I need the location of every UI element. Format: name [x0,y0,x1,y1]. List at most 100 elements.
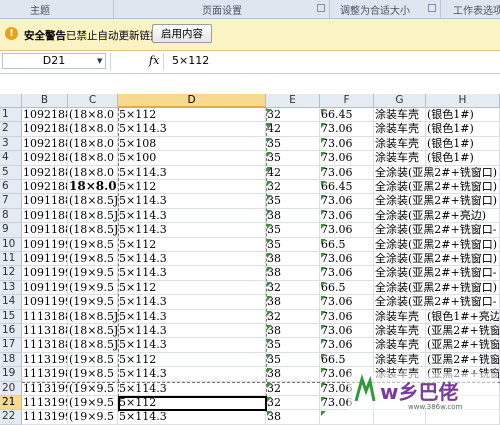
cell-d-12[interactable]: 5×114.3 [118,266,266,281]
dialog-launcher-icon[interactable] [428,4,436,12]
cell-e-20[interactable]: 32 [266,381,320,396]
row-header[interactable]: 17 [0,338,22,353]
cell-h-15[interactable]: (银色1#+亮边) [426,309,500,324]
cell-f-13[interactable]: 66.5 [320,280,374,296]
error-indicator-icon[interactable] [267,195,272,201]
cell-h-22[interactable] [426,410,500,425]
cell-d-14[interactable]: 5×114.3 [118,295,266,310]
cell-c-19[interactable]: (19×8.5 [68,367,118,382]
row-header[interactable]: 4 [0,151,22,166]
cell-b-13[interactable]: 10911995 [22,280,68,296]
error-indicator-icon[interactable] [267,137,272,143]
error-indicator-icon[interactable] [267,109,272,114]
row-header[interactable]: 15 [0,309,22,324]
cell-e-21[interactable]: 32 [266,396,320,411]
cell-c-16[interactable]: (18×8.5J [68,324,118,339]
cell-d-16[interactable]: 5×114.3 [118,324,266,339]
cell-e-14[interactable]: 38 [266,295,320,310]
cell-c-8[interactable]: (18×8.5J [68,208,118,224]
cell-d-9[interactable]: 5×114.3 [118,223,266,238]
cell-e-4[interactable]: 35 [266,151,320,166]
cell-b-16[interactable]: 11131885 [22,324,68,339]
error-indicator-icon[interactable] [267,411,272,417]
error-indicator-icon[interactable] [321,166,326,172]
cell-c-9[interactable]: (18×8.5J [68,223,118,238]
error-indicator-icon[interactable] [321,123,326,129]
cell-b-4[interactable]: 10921880 [22,151,68,166]
cell-e-12[interactable]: 38 [266,266,320,281]
error-indicator-icon[interactable] [321,152,326,158]
ribbon-group-scale-to-fit[interactable]: 调整为合适大小 [330,0,441,18]
ribbon-group-sheet-options[interactable]: 工作表选项 [441,0,500,18]
row-header[interactable]: 20 [0,381,22,396]
cell-g-15[interactable]: 涂装车壳 [374,309,426,324]
name-box[interactable]: D21 [2,53,106,69]
error-indicator-icon[interactable] [321,339,326,345]
cell-f-1[interactable]: 66.45 [320,108,374,123]
error-indicator-icon[interactable] [267,238,272,244]
cell-c-21[interactable]: (19×9.5 [68,396,118,411]
cell-e-17[interactable]: 35 [266,338,320,353]
cell-f-10[interactable]: 66.5 [320,237,374,252]
cell-b-18[interactable]: 11131995 [22,352,68,368]
cell-c-22[interactable]: (19×9.5 [68,410,118,425]
select-all-corner[interactable] [0,94,22,108]
row-header[interactable]: 13 [0,280,22,296]
cell-e-22[interactable]: 38 [266,410,320,425]
error-indicator-icon[interactable] [267,382,272,388]
cell-d-1[interactable]: 5×112 [118,108,266,123]
error-indicator-icon[interactable] [321,281,326,287]
insert-function-icon[interactable]: fx [149,54,159,67]
cell-f-16[interactable]: 73.06 [320,324,374,339]
error-indicator-icon[interactable] [321,325,326,330]
cell-e-9[interactable]: 35 [266,223,320,238]
cell-b-1[interactable]: 10921880 [22,108,68,123]
cell-c-10[interactable]: (19×8.5 [68,237,118,252]
column-header-f[interactable]: F [320,94,374,108]
error-indicator-icon[interactable] [321,382,326,388]
error-indicator-icon[interactable] [267,325,272,330]
cell-b-20[interactable]: 11131995 [22,381,68,396]
cell-g-14[interactable]: 全涂装(亚黑2#+铣窗口- [374,295,500,310]
cell-g-10[interactable]: 全涂装(亚黑2#+铣窗口) [374,237,500,252]
row-header[interactable]: 6 [0,180,22,195]
error-indicator-icon[interactable] [321,195,326,201]
cell-g-5[interactable]: 全涂装(亚黑2#+铣窗口) [374,165,500,180]
cell-b-10[interactable]: 10911995 [22,237,68,252]
cell-f-4[interactable]: 73.06 [320,151,374,166]
error-indicator-icon[interactable] [267,123,272,129]
cell-c-5[interactable]: (18×8.0 [68,165,118,180]
error-indicator-icon[interactable] [267,267,272,273]
row-header[interactable]: 2 [0,122,22,137]
cell-d-2[interactable]: 5×114.3 [118,122,266,137]
cell-e-7[interactable]: 35 [266,194,320,209]
cell-f-15[interactable]: 73.06 [320,309,374,324]
cell-d-15[interactable]: 5×114.3 [118,309,266,324]
error-indicator-icon[interactable] [267,224,272,230]
error-indicator-icon[interactable] [321,296,326,302]
error-indicator-icon[interactable] [267,397,272,402]
cell-h-3[interactable]: (银色1#) [426,136,500,152]
error-indicator-icon[interactable] [267,368,272,374]
cell-b-12[interactable]: 10911995 [22,266,68,281]
column-header-d[interactable]: D [118,94,266,108]
cell-f-7[interactable]: 73.06 [320,194,374,209]
cell-f-17[interactable]: 73.06 [320,338,374,353]
row-header[interactable]: 21 [0,396,22,411]
cell-b-8[interactable]: 10911885 [22,208,68,224]
cell-e-10[interactable]: 35 [266,237,320,252]
column-header-h[interactable]: H [426,94,500,108]
cell-c-15[interactable]: (18×8.5J [68,309,118,324]
cell-c-2[interactable]: (18×8.0 [68,122,118,137]
cell-d-5[interactable]: 5×114.3 [118,165,266,180]
error-indicator-icon[interactable] [267,209,272,215]
cell-h-1[interactable]: (银色1#) [426,108,500,123]
error-indicator-icon[interactable] [321,137,326,143]
cell-f-6[interactable]: 66.45 [320,180,374,195]
cell-h-18[interactable]: (亚黑2#+铣窗口) [426,352,500,368]
error-indicator-icon[interactable] [267,310,272,316]
cell-e-18[interactable]: 35 [266,352,320,368]
error-indicator-icon[interactable] [321,353,326,359]
error-indicator-icon[interactable] [321,368,326,374]
row-header[interactable]: 19 [0,367,22,382]
